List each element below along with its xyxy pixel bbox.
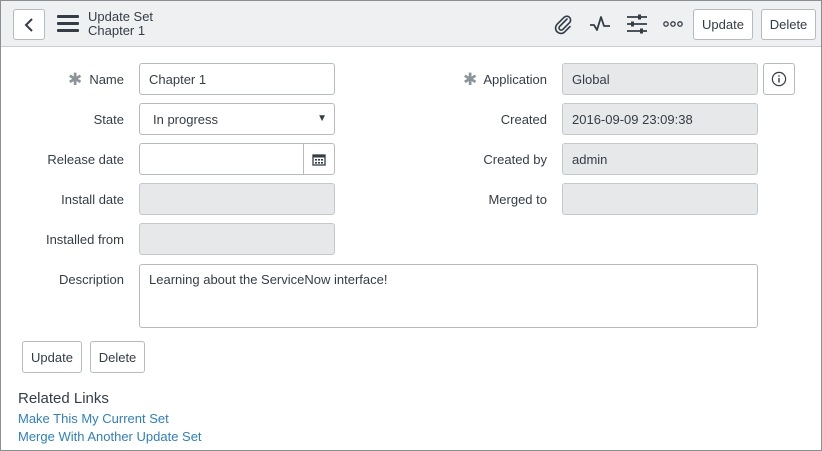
back-icon (24, 17, 33, 32)
name-label: Name (89, 72, 124, 87)
name-field[interactable]: Chapter 1 (139, 63, 335, 95)
header-delete-button[interactable]: Delete (761, 9, 816, 40)
application-field: Global (562, 63, 758, 95)
back-button[interactable] (13, 9, 45, 40)
related-links-title: Related Links (18, 390, 109, 407)
update-set-form-window: Update Set Chapter 1 Update Delete ✱ Nam… (0, 0, 822, 451)
installed-from-label: Installed from (45, 232, 124, 247)
application-label: Application (483, 72, 547, 87)
install-date-label: Install date (61, 192, 124, 207)
install-date-field (139, 183, 335, 215)
dropdown-caret-icon: ▼ (317, 113, 327, 124)
merged-to-label: Merged to (488, 192, 547, 207)
state-value: In progress (153, 111, 219, 127)
form-update-button[interactable]: Update (22, 341, 82, 373)
form-title: Update Set (88, 9, 154, 24)
calendar-button[interactable] (303, 143, 335, 175)
paperclip-icon[interactable] (552, 13, 574, 35)
release-date-field[interactable] (139, 143, 304, 175)
header-update-button[interactable]: Update (693, 9, 753, 40)
info-icon (771, 71, 787, 87)
more-icon[interactable] (662, 13, 684, 35)
merged-to-field (562, 183, 758, 215)
created-label: Created (500, 112, 547, 127)
form-subtitle: Chapter 1 (88, 23, 146, 38)
application-info-button[interactable] (763, 63, 795, 95)
created-field: 2016-09-09 23:09:38 (562, 103, 758, 135)
created-by-field: admin (562, 143, 758, 175)
sliders-icon[interactable] (626, 13, 648, 35)
menu-icon[interactable] (57, 15, 79, 33)
state-label: State (93, 112, 124, 127)
application-required-icon: ✱ (463, 70, 478, 89)
description-textarea[interactable]: Learning about the ServiceNow interface! (139, 264, 758, 328)
state-select[interactable]: In progress ▼ (139, 103, 335, 135)
release-date-label: Release date (47, 152, 124, 167)
form-header: Update Set Chapter 1 Update Delete (1, 1, 821, 47)
description-label: Description (58, 272, 124, 287)
installed-from-field (139, 223, 335, 255)
form-delete-button[interactable]: Delete (90, 341, 145, 373)
created-by-label: Created by (483, 152, 547, 167)
activity-icon[interactable] (589, 13, 611, 35)
calendar-icon (312, 153, 326, 166)
make-current-set-link[interactable]: Make This My Current Set (18, 411, 169, 426)
merge-update-set-link[interactable]: Merge With Another Update Set (18, 429, 202, 444)
